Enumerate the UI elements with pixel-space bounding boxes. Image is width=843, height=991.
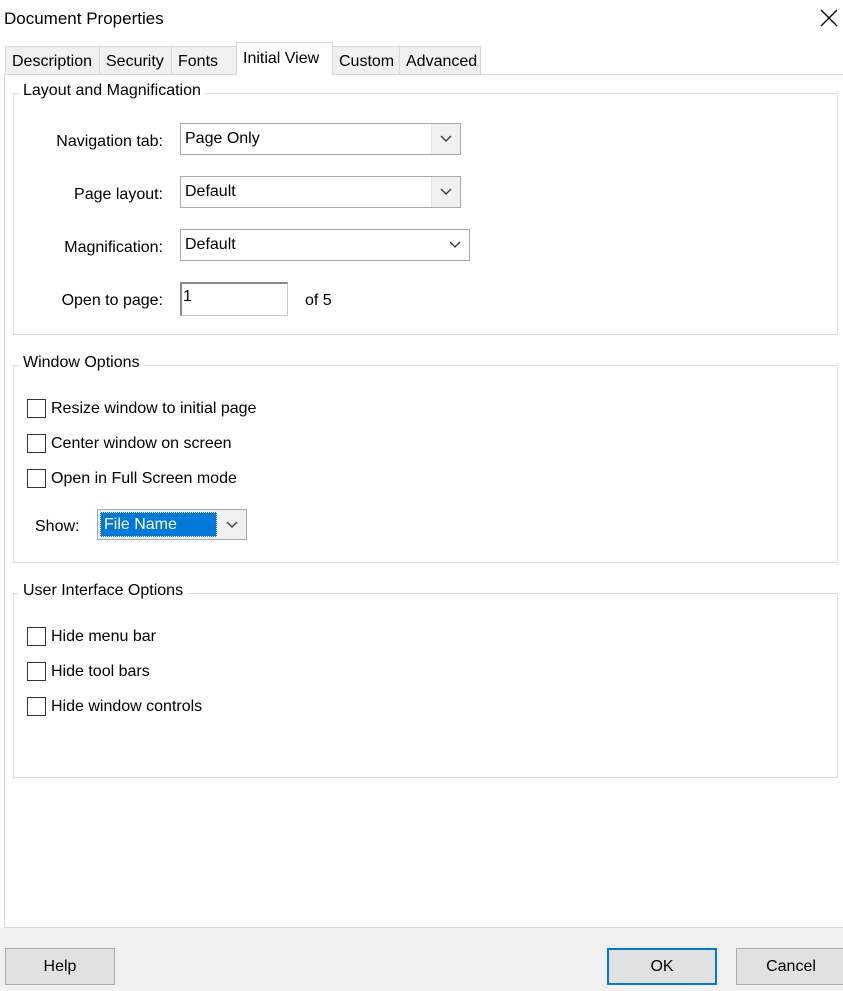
- tab-fonts[interactable]: Fonts: [171, 46, 237, 74]
- dropdown-button[interactable]: [218, 510, 246, 539]
- tab-label: Security: [106, 53, 164, 70]
- open-to-page-value: 1: [183, 288, 192, 305]
- open-to-page-input[interactable]: 1: [180, 282, 288, 316]
- group-label: User Interface Options: [19, 582, 188, 600]
- checkbox-label: Open in Full Screen mode: [51, 470, 237, 487]
- layout-magnification-group: Layout and Magnification Navigation tab:…: [13, 82, 838, 335]
- page-layout-value: Default: [185, 183, 236, 200]
- hide-tool-bars-checkbox[interactable]: [27, 662, 46, 681]
- button-bar: Help OK Cancel: [0, 928, 843, 991]
- show-label: Show:: [35, 518, 80, 535]
- chevron-down-icon: [440, 135, 452, 142]
- hide-window-controls-checkbox[interactable]: [27, 697, 46, 716]
- document-properties-dialog: Document Properties Description Security…: [0, 0, 843, 991]
- chevron-down-icon: [226, 521, 238, 528]
- close-button[interactable]: [815, 4, 843, 32]
- center-window-checkbox[interactable]: [27, 434, 46, 453]
- navigation-tab-value: Page Only: [185, 130, 260, 147]
- group-label: Window Options: [19, 354, 144, 372]
- magnification-value: Default: [185, 236, 236, 253]
- tab-label: Description: [12, 53, 93, 70]
- group-label: Layout and Magnification: [19, 82, 205, 100]
- page-layout-label: Page layout:: [74, 186, 163, 203]
- cancel-button[interactable]: Cancel: [736, 948, 843, 985]
- tab-label: Initial View: [243, 50, 320, 67]
- dropdown-button[interactable]: [431, 124, 460, 154]
- tab-label: Advanced: [406, 53, 478, 70]
- tab-label: Custom: [339, 53, 395, 70]
- navigation-tab-label: Navigation tab:: [56, 133, 163, 150]
- open-to-page-label: Open to page:: [61, 292, 163, 309]
- user-interface-options-group: User Interface Options: [13, 582, 838, 778]
- show-select[interactable]: File Name: [97, 509, 247, 540]
- checkbox-label: Resize window to initial page: [51, 400, 257, 417]
- page-layout-select[interactable]: Default: [180, 176, 461, 208]
- tab-initial-view[interactable]: Initial View: [236, 42, 333, 75]
- tab-custom[interactable]: Custom: [332, 46, 400, 74]
- dropdown-button[interactable]: [441, 230, 469, 260]
- navigation-tab-select[interactable]: Page Only: [180, 123, 461, 155]
- chevron-down-icon: [440, 188, 452, 195]
- checkbox-label: Hide menu bar: [51, 628, 156, 645]
- title-bar: Document Properties: [0, 0, 843, 40]
- tab-security[interactable]: Security: [99, 46, 172, 74]
- show-selected-value: File Name: [100, 512, 217, 537]
- dropdown-button[interactable]: [431, 177, 460, 207]
- ok-button[interactable]: OK: [607, 948, 717, 985]
- help-button[interactable]: Help: [5, 948, 115, 985]
- tab-panel-initial-view: Layout and Magnification Navigation tab:…: [4, 74, 843, 928]
- checkbox-label: Center window on screen: [51, 435, 232, 452]
- tab-advanced[interactable]: Advanced: [399, 46, 481, 74]
- chevron-down-icon: [449, 241, 461, 248]
- magnification-select[interactable]: Default: [180, 229, 470, 261]
- close-icon: [820, 9, 838, 27]
- page-count: of 5: [305, 292, 332, 309]
- checkbox-label: Hide tool bars: [51, 663, 150, 680]
- hide-menu-bar-checkbox[interactable]: [27, 627, 46, 646]
- checkbox-label: Hide window controls: [51, 698, 203, 715]
- show-value: File Name: [104, 516, 177, 533]
- tab-label: Fonts: [178, 53, 219, 70]
- magnification-label: Magnification:: [64, 239, 163, 256]
- resize-window-checkbox[interactable]: [27, 399, 46, 418]
- full-screen-checkbox[interactable]: [27, 469, 46, 488]
- tab-description[interactable]: Description: [5, 46, 100, 74]
- dialog-title: Document Properties: [4, 9, 164, 28]
